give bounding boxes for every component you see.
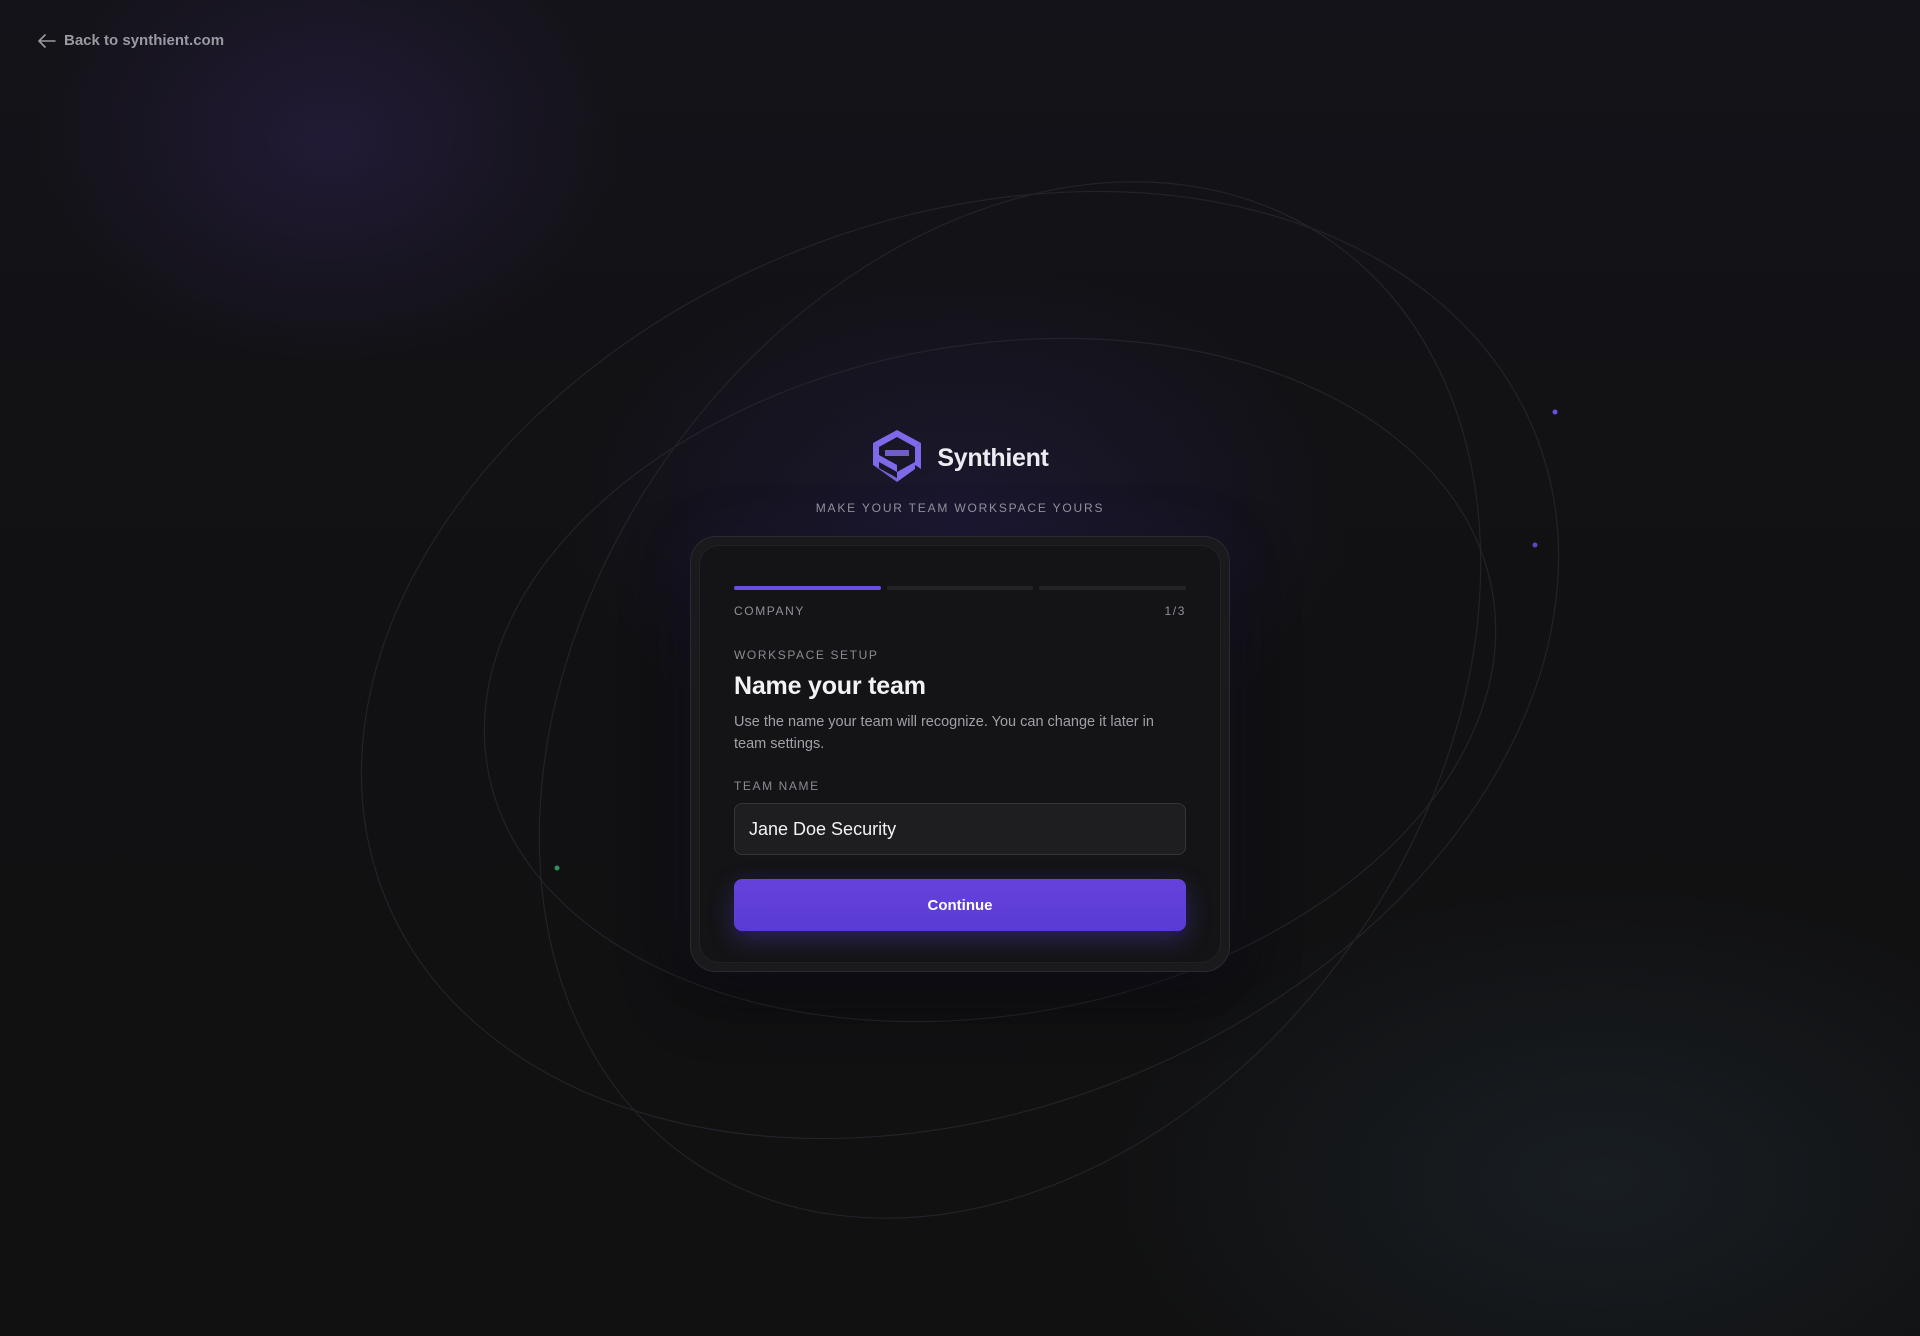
onboarding-page: Back to synthient.com Synthient MAKE YOU… [0, 0, 1920, 1336]
page-title: Name your team [734, 672, 926, 700]
section-eyebrow: WORKSPACE SETUP [734, 648, 879, 662]
orbit-dot [1552, 409, 1558, 415]
back-link-label: Back to synthient.com [64, 32, 225, 49]
brand-row: Synthient [871, 428, 1049, 489]
progress-segment-3 [1039, 586, 1187, 590]
step-counter: 1/3 [1164, 604, 1186, 618]
step-label: COMPANY [734, 604, 805, 618]
page-description: Use the name your team will recognize. Y… [734, 714, 1154, 752]
continue-button[interactable]: Continue [734, 879, 1186, 931]
progress-segment-2 [886, 586, 1034, 590]
arrow-left-icon [38, 33, 56, 48]
setup-card-inner: COMPANY 1/3 WORKSPACE SETUP Name your te… [699, 545, 1221, 963]
brand-header: Synthient MAKE YOUR TEAM WORKSPACE YOURS [0, 428, 1920, 515]
brand-tagline: MAKE YOUR TEAM WORKSPACE YOURS [815, 501, 1105, 515]
step-progress-bar [734, 586, 1187, 590]
back-to-site-link[interactable]: Back to synthient.com [38, 32, 224, 49]
team-name-input[interactable] [734, 803, 1186, 855]
brand-name: Synthient [937, 444, 1049, 472]
team-name-label: TEAM NAME [734, 779, 820, 793]
orbit-dot [554, 865, 560, 871]
orbit-dot [1532, 542, 1538, 548]
step-indicator: COMPANY 1/3 [734, 604, 1186, 618]
progress-segment-1 [734, 586, 881, 590]
setup-card: COMPANY 1/3 WORKSPACE SETUP Name your te… [690, 536, 1230, 972]
synthient-logo-icon [871, 428, 923, 489]
